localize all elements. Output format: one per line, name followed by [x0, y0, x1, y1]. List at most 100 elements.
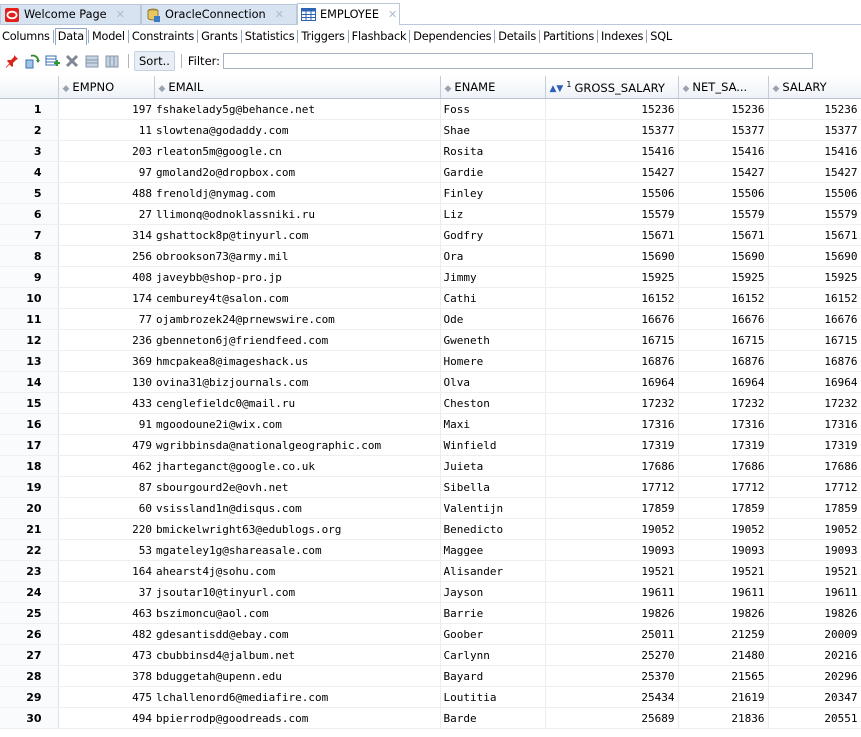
cell-email[interactable]: frenoldj@nymag.com: [154, 182, 441, 204]
cell-gross-salary[interactable]: 19052: [545, 518, 679, 540]
cell-ename[interactable]: Sibella: [440, 476, 546, 498]
cell-net-salary[interactable]: 15671: [678, 224, 769, 246]
cell-ename[interactable]: Ora: [440, 245, 546, 267]
cell-empno[interactable]: 87: [58, 476, 154, 498]
cell-ename[interactable]: Bayard: [440, 665, 546, 687]
table-row[interactable]: 23 164 ahearst4j@sohu.com Alisander 19521 195…: [0, 560, 861, 582]
table-row[interactable]: 26 482 gdesantisdd@ebay.com Goober 25011 2125…: [0, 623, 861, 645]
table-row[interactable]: 8 256 obrookson73@army.mil Ora 15690 15690 156…: [0, 245, 861, 267]
cell-empno[interactable]: 488: [58, 182, 154, 204]
cell-email[interactable]: sbourgourd2e@ovh.net: [154, 476, 441, 498]
cell-gross-salary[interactable]: 15671: [545, 224, 679, 246]
tab-welcome-page[interactable]: Welcome Page ✕: [0, 4, 141, 24]
subtab-constraints[interactable]: Constraints: [130, 28, 196, 45]
cell-salary[interactable]: 15416: [768, 140, 861, 162]
cell-email[interactable]: gdesantisdd@ebay.com: [154, 623, 441, 645]
cell-empno[interactable]: 494: [58, 707, 154, 729]
cell-ename[interactable]: Olva: [440, 371, 546, 393]
column-header-salary[interactable]: ◆ SALARY: [768, 76, 861, 99]
cell-empno[interactable]: 77: [58, 308, 154, 330]
cell-empno[interactable]: 475: [58, 686, 154, 708]
table-row[interactable]: 28 378 bduggetah@upenn.edu Bayard 25370 21565…: [0, 665, 861, 687]
cell-gross-salary[interactable]: 19611: [545, 581, 679, 603]
cell-email[interactable]: cbubbinsd4@jalbum.net: [154, 644, 441, 666]
cell-salary[interactable]: 19611: [768, 581, 861, 603]
cell-salary[interactable]: 20347: [768, 686, 861, 708]
cell-salary[interactable]: 15236: [768, 98, 861, 120]
delete-row-icon[interactable]: [64, 53, 80, 69]
cell-salary[interactable]: 20551: [768, 707, 861, 729]
cell-email[interactable]: ovina31@bizjournals.com: [154, 371, 441, 393]
cell-salary[interactable]: 15377: [768, 119, 861, 141]
cell-net-salary[interactable]: 15427: [678, 161, 769, 183]
cell-salary[interactable]: 17712: [768, 476, 861, 498]
subtab-dependencies[interactable]: Dependencies: [411, 28, 493, 45]
cell-salary[interactable]: 16876: [768, 350, 861, 372]
cell-email[interactable]: hmcpakea8@imageshack.us: [154, 350, 441, 372]
cell-ename[interactable]: Gardie: [440, 161, 546, 183]
cell-empno[interactable]: 236: [58, 329, 154, 351]
subtab-indexes[interactable]: Indexes: [599, 28, 645, 45]
cell-gross-salary[interactable]: 19521: [545, 560, 679, 582]
cell-empno[interactable]: 433: [58, 392, 154, 414]
cell-empno[interactable]: 97: [58, 161, 154, 183]
cell-gross-salary[interactable]: 15506: [545, 182, 679, 204]
table-row[interactable]: 25 463 bszimoncu@aol.com Barrie 19826 19826 19…: [0, 602, 861, 624]
subtab-model[interactable]: Model: [90, 28, 127, 45]
cell-empno[interactable]: 462: [58, 455, 154, 477]
cell-net-salary[interactable]: 17686: [678, 455, 769, 477]
cell-empno[interactable]: 314: [58, 224, 154, 246]
cell-email[interactable]: bszimoncu@aol.com: [154, 602, 441, 624]
cell-salary[interactable]: 20216: [768, 644, 861, 666]
cell-salary[interactable]: 15690: [768, 245, 861, 267]
cell-ename[interactable]: Barde: [440, 707, 546, 729]
cell-ename[interactable]: Cathi: [440, 287, 546, 309]
cell-gross-salary[interactable]: 17316: [545, 413, 679, 435]
refresh-icon[interactable]: [24, 53, 40, 69]
cell-net-salary[interactable]: 16715: [678, 329, 769, 351]
cell-net-salary[interactable]: 17232: [678, 392, 769, 414]
cell-net-salary[interactable]: 19052: [678, 518, 769, 540]
table-row[interactable]: 16 91 mgoodoune2i@wix.com Maxi 17316 17316 173…: [0, 413, 861, 435]
table-row[interactable]: 13 369 hmcpakea8@imageshack.us Homere 16876 1…: [0, 350, 861, 372]
table-row[interactable]: 7 314 gshattock8p@tinyurl.com Godfry 15671 15…: [0, 224, 861, 246]
table-row[interactable]: 9 408 javeybb@shop-pro.jp Jimmy 15925 15925 15…: [0, 266, 861, 288]
cell-email[interactable]: mgoodoune2i@wix.com: [154, 413, 441, 435]
cell-net-salary[interactable]: 17712: [678, 476, 769, 498]
cell-salary[interactable]: 16715: [768, 329, 861, 351]
cell-gross-salary[interactable]: 17712: [545, 476, 679, 498]
cell-net-salary[interactable]: 21619: [678, 686, 769, 708]
table-row[interactable]: 29 475 lchallenord6@mediafire.com Loutitia 2…: [0, 686, 861, 708]
cell-empno[interactable]: 164: [58, 560, 154, 582]
cell-ename[interactable]: Jayson: [440, 581, 546, 603]
cell-salary[interactable]: 16152: [768, 287, 861, 309]
cell-salary[interactable]: 17319: [768, 434, 861, 456]
cell-net-salary[interactable]: 19611: [678, 581, 769, 603]
cell-empno[interactable]: 256: [58, 245, 154, 267]
cell-ename[interactable]: Valentijn: [440, 497, 546, 519]
cell-net-salary[interactable]: 21259: [678, 623, 769, 645]
cell-email[interactable]: bduggetah@upenn.edu: [154, 665, 441, 687]
cell-salary[interactable]: 15506: [768, 182, 861, 204]
cell-net-salary[interactable]: 16152: [678, 287, 769, 309]
cell-salary[interactable]: 20296: [768, 665, 861, 687]
cell-email[interactable]: mgateley1g@shareasale.com: [154, 539, 441, 561]
cell-ename[interactable]: Benedicto: [440, 518, 546, 540]
cell-salary[interactable]: 17686: [768, 455, 861, 477]
cell-empno[interactable]: 220: [58, 518, 154, 540]
cell-empno[interactable]: 408: [58, 266, 154, 288]
cell-net-salary[interactable]: 17319: [678, 434, 769, 456]
column-header-net-salary[interactable]: ◆ NET_SA...: [678, 76, 769, 99]
cell-ename[interactable]: Loutitia: [440, 686, 546, 708]
cell-email[interactable]: slowtena@godaddy.com: [154, 119, 441, 141]
cell-net-salary[interactable]: 15236: [678, 98, 769, 120]
cell-ename[interactable]: Homere: [440, 350, 546, 372]
cell-empno[interactable]: 369: [58, 350, 154, 372]
cell-net-salary[interactable]: 15506: [678, 182, 769, 204]
cell-net-salary[interactable]: 16676: [678, 308, 769, 330]
cell-ename[interactable]: Winfield: [440, 434, 546, 456]
cell-email[interactable]: javeybb@shop-pro.jp: [154, 266, 441, 288]
cell-net-salary[interactable]: 21836: [678, 707, 769, 729]
table-row[interactable]: 22 53 mgateley1g@shareasale.com Maggee 19093…: [0, 539, 861, 561]
cell-email[interactable]: ahearst4j@sohu.com: [154, 560, 441, 582]
